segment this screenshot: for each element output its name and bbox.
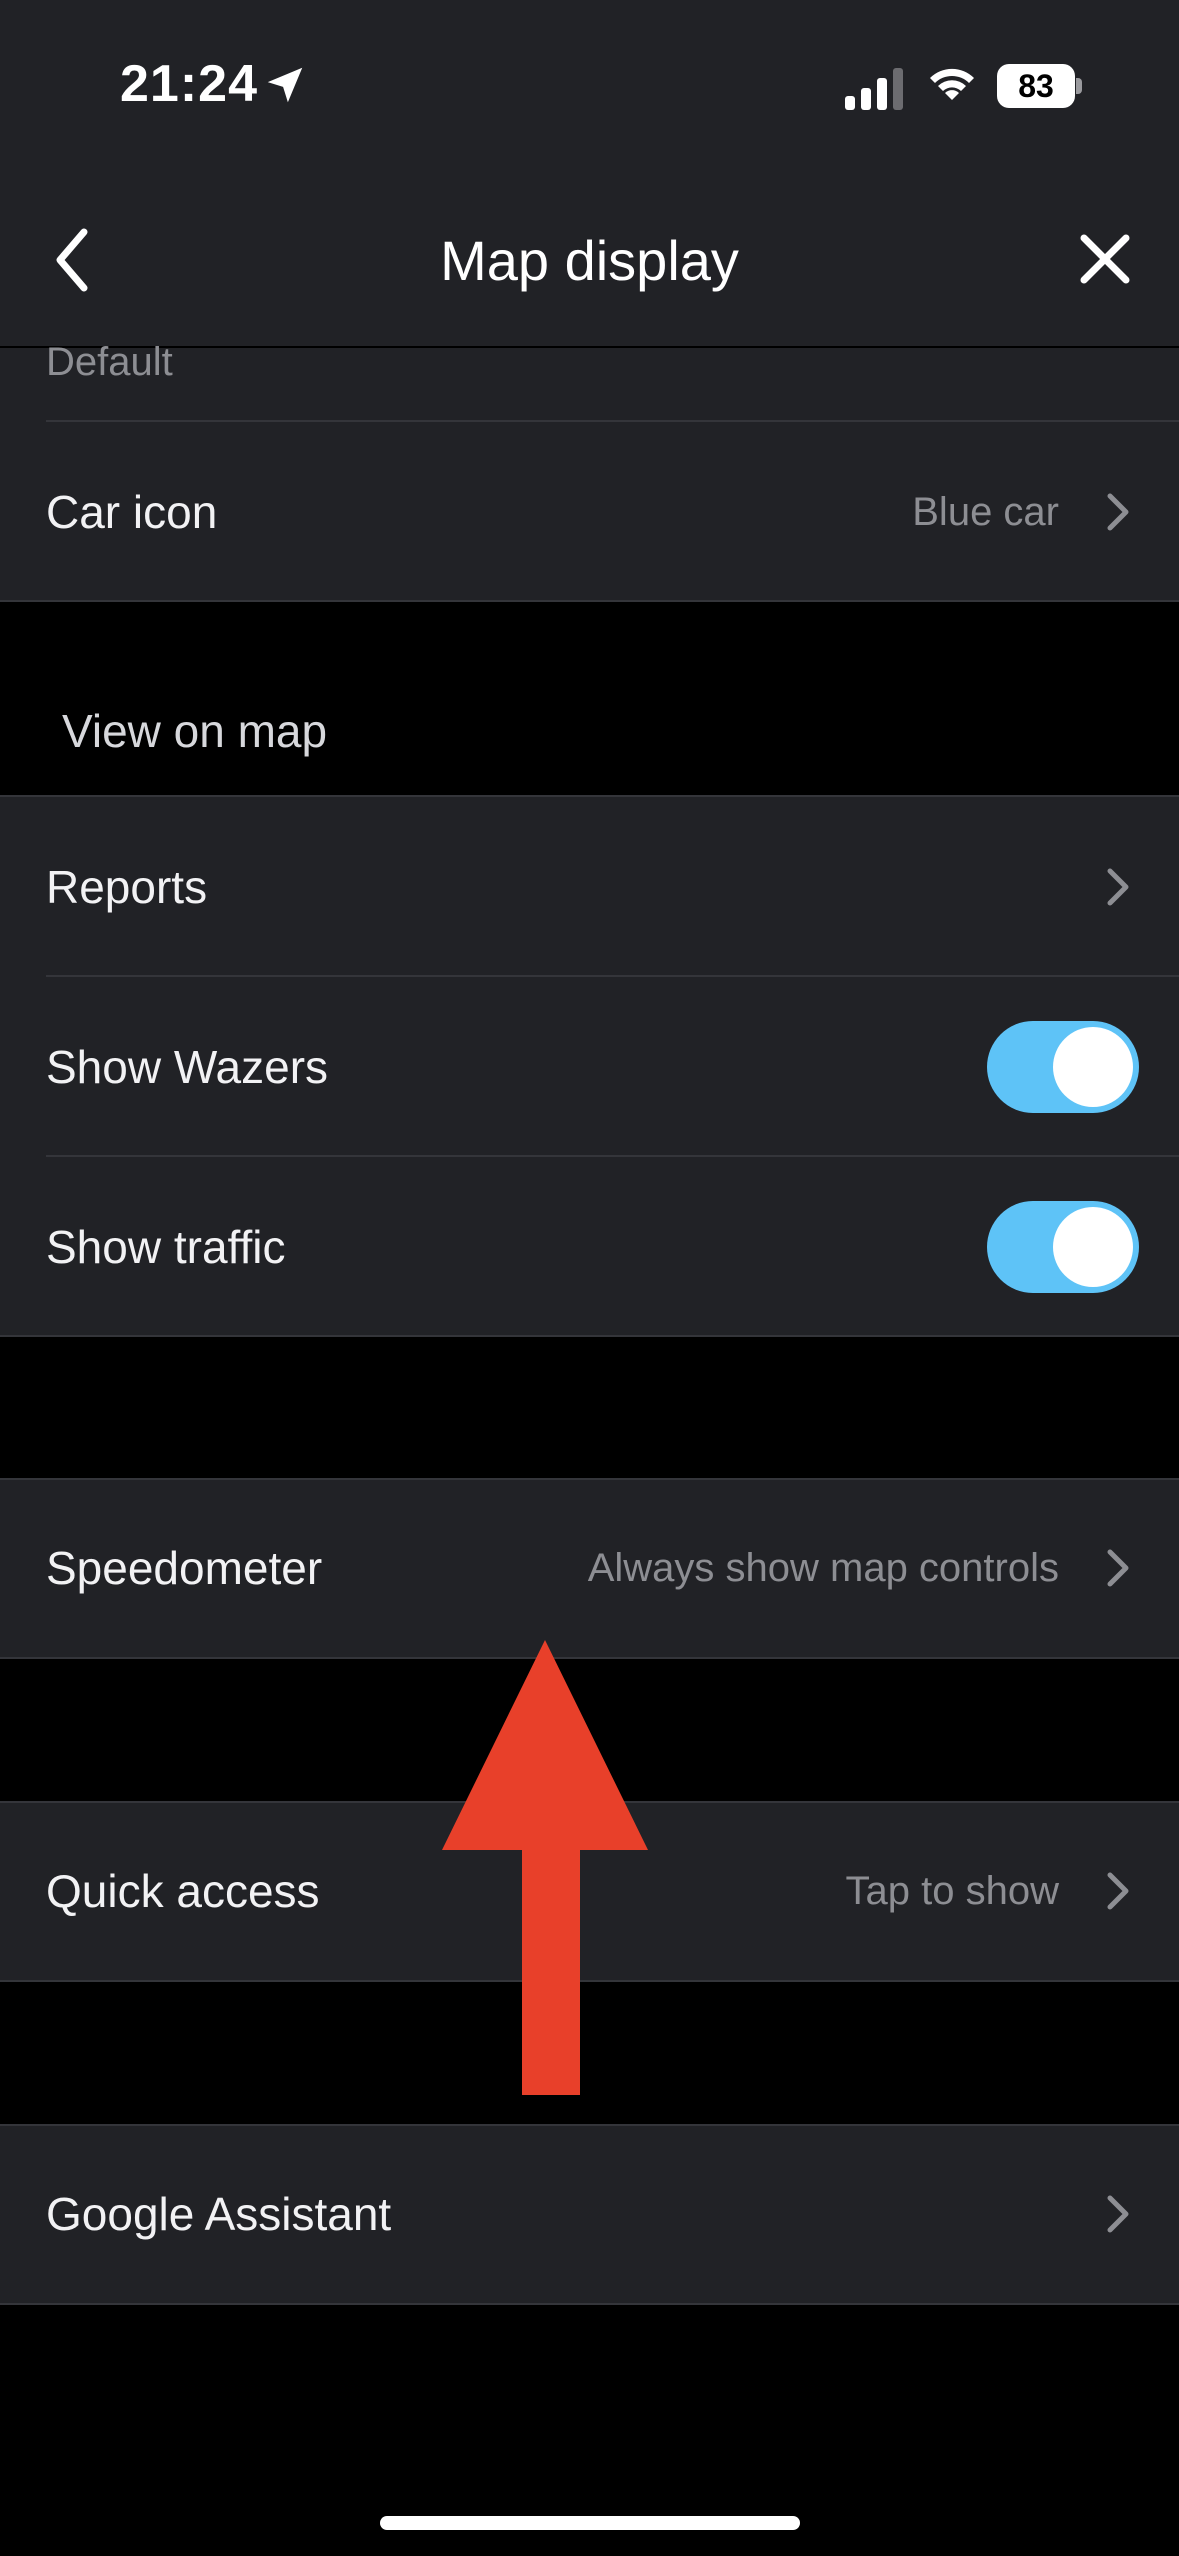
status-time: 21:24 xyxy=(120,55,258,113)
reports-row[interactable]: Reports xyxy=(0,797,1179,977)
toggle-knob xyxy=(1053,1207,1133,1287)
home-indicator xyxy=(380,2516,800,2530)
page-title: Map display xyxy=(440,229,739,292)
car-icon-label: Car icon xyxy=(46,486,218,538)
wifi-icon xyxy=(930,68,974,100)
section-header-view-on-map: View on map xyxy=(62,705,328,757)
chevron-right-icon xyxy=(1107,2195,1129,2233)
signal-icon xyxy=(845,68,903,110)
toggle-knob xyxy=(1053,1027,1133,1107)
car-icon-row[interactable]: Car icon Blue car xyxy=(0,422,1179,602)
status-bar: 21:24 83 xyxy=(0,0,1179,175)
show-traffic-toggle[interactable] xyxy=(987,1201,1139,1293)
partial-setting-value: Default xyxy=(46,340,173,384)
group-border xyxy=(0,600,1179,602)
chevron-right-icon xyxy=(1107,1872,1129,1910)
chevron-right-icon xyxy=(1107,1549,1129,1587)
google-assistant-label: Google Assistant xyxy=(46,2188,392,2240)
battery-level: 83 xyxy=(1018,68,1054,104)
google-assistant-row[interactable]: Google Assistant xyxy=(0,2124,1179,2304)
show-traffic-row: Show traffic xyxy=(0,1157,1179,1337)
group-border xyxy=(0,2303,1179,2305)
car-icon-value: Blue car xyxy=(912,490,1059,534)
quick-access-value: Tap to show xyxy=(845,1869,1059,1913)
location-arrow-icon xyxy=(267,67,303,103)
show-wazers-toggle[interactable] xyxy=(987,1021,1139,1113)
show-wazers-row: Show Wazers xyxy=(0,977,1179,1157)
annotation-arrow-icon xyxy=(442,1640,648,2095)
chevron-right-icon xyxy=(1107,493,1129,531)
nav-bar: Map display xyxy=(0,200,1179,320)
battery-icon: 83 xyxy=(997,64,1075,108)
top-bar: 21:24 83 Map display xyxy=(0,0,1179,346)
battery-cap xyxy=(1076,78,1082,94)
quick-access-label: Quick access xyxy=(46,1865,320,1917)
group-border xyxy=(0,1335,1179,1337)
speedometer-label: Speedometer xyxy=(46,1542,323,1594)
reports-label: Reports xyxy=(46,861,208,913)
show-traffic-label: Show traffic xyxy=(46,1221,286,1273)
show-wazers-label: Show Wazers xyxy=(46,1041,329,1093)
speedometer-row[interactable]: Speedometer Always show map controls xyxy=(0,1478,1179,1658)
speedometer-value: Always show map controls xyxy=(587,1546,1059,1590)
chevron-right-icon xyxy=(1107,868,1129,906)
close-button[interactable] xyxy=(1070,224,1140,294)
